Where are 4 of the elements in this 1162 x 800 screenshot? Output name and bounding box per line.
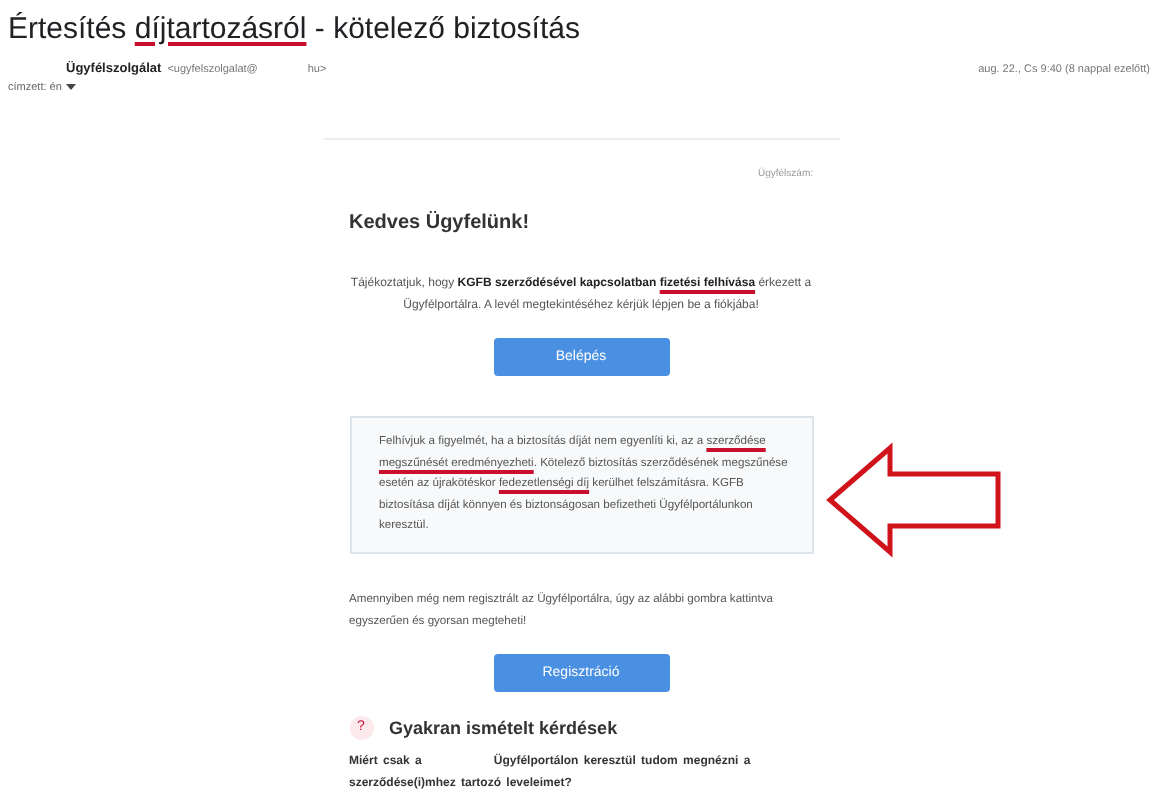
faq-title: Gyakran ismételt kérdések — [389, 717, 618, 737]
caret-icon[interactable] — [65, 84, 76, 92]
email-subject: Értesítés díjtartozásról - kötelező biztosítás — [6, 10, 582, 46]
greeting: Kedves Ügyfelünk! — [349, 212, 532, 234]
